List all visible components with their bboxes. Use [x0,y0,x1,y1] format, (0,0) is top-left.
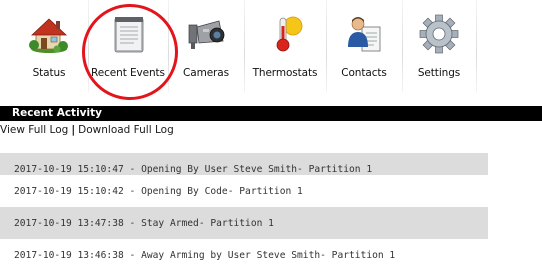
link-separator: | [71,124,76,136]
nav-item-thermostats[interactable]: Thermostats [246,0,324,92]
nav-label-status: Status [32,67,66,79]
log-links: View Full Log | Download Full Log [0,123,174,137]
page: Status Recent Events Cameras Thermostats… [0,0,542,276]
nav-divider [168,0,169,92]
nav-item-contacts[interactable]: Contacts [328,0,400,92]
notepad-icon [106,13,150,55]
camera-icon [185,13,229,55]
nav-label-settings: Settings [417,67,461,79]
house-icon [27,13,71,55]
nav-divider [88,0,89,92]
view-full-log-link[interactable]: View Full Log [0,124,68,136]
nav-label-recent-events: Recent Events [91,67,165,79]
log-entry: 2017-10-19 13:46:38 - Away Arming by Use… [0,239,488,271]
nav-item-cameras[interactable]: Cameras [170,0,242,92]
nav-label-cameras: Cameras [183,67,229,79]
nav-divider [476,0,477,92]
thermometer-icon [263,13,307,55]
top-nav: Status Recent Events Cameras Thermostats… [0,0,542,100]
log-entry: 2017-10-19 15:10:42 - Opening By Code- P… [0,175,488,207]
download-full-log-link[interactable]: Download Full Log [78,124,174,136]
nav-label-thermostats: Thermostats [252,67,318,79]
gear-icon [417,13,461,55]
log-entry: 2017-10-19 13:47:38 - Stay Armed- Partit… [0,207,488,239]
nav-divider [326,0,327,92]
nav-item-settings[interactable]: Settings [404,0,474,92]
nav-item-recent-events[interactable]: Recent Events [90,0,166,92]
nav-item-status[interactable]: Status [14,0,84,92]
nav-label-contacts: Contacts [341,67,387,79]
recent-activity-header: Recent Activity [0,106,542,121]
contact-card-icon [342,13,386,55]
nav-divider [244,0,245,92]
nav-divider [402,0,403,92]
